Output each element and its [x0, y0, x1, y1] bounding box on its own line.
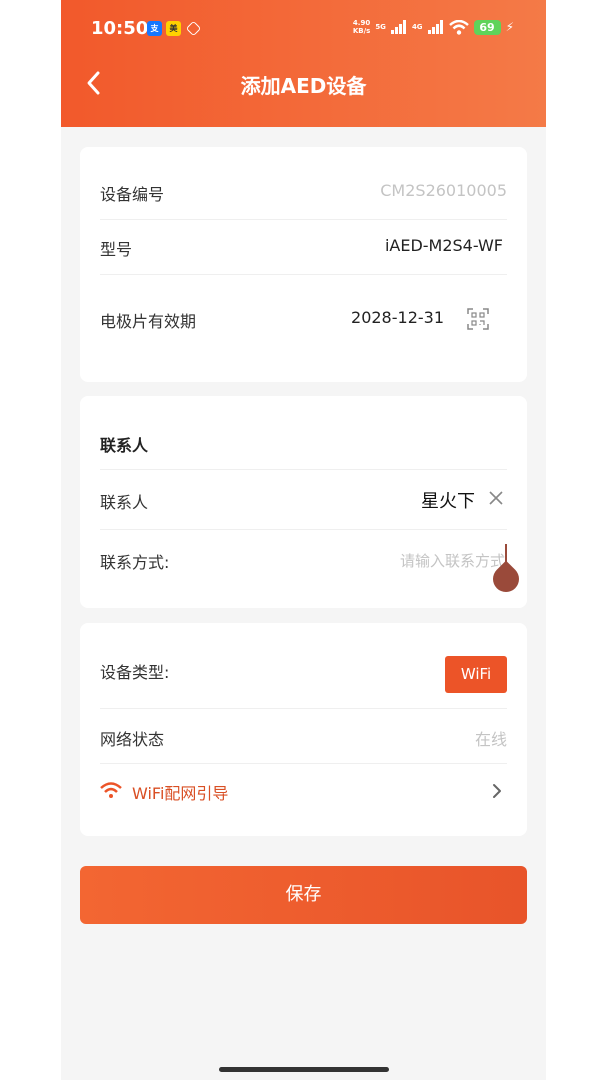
- nav-bar: 添加AED设备: [61, 60, 546, 108]
- scan-button[interactable]: [467, 308, 489, 334]
- signal-icon: [390, 20, 406, 34]
- contact-label: 联系人: [100, 493, 149, 512]
- clear-button[interactable]: [487, 489, 505, 511]
- model-label: 型号: [100, 240, 133, 259]
- net-speed: 4.90 KB/s: [352, 19, 371, 35]
- app-notification-icon: [185, 20, 202, 37]
- network-status-row: 网络状态 在线: [100, 709, 507, 764]
- contact-name-input[interactable]: 星火下: [421, 487, 475, 513]
- network-status-value: 在线: [474, 730, 507, 749]
- expiry-label: 电极片有效期: [100, 312, 197, 331]
- header: 10:50 支 美 4.90 KB/s 5G 4G 69 ⚡ 添加AED设备: [61, 0, 546, 127]
- device-info-card: 设备编号 CM2S26010005 型号 iAED-M2S4-WF 电极片有效期…: [80, 147, 527, 382]
- status-bar: 10:50 支 美 4.90 KB/s 5G 4G 69 ⚡: [91, 18, 514, 39]
- close-icon: [489, 491, 503, 505]
- save-button[interactable]: 保存: [80, 866, 527, 924]
- meituan-icon: 美: [166, 21, 181, 36]
- app-screen: 10:50 支 美 4.90 KB/s 5G 4G 69 ⚡ 添加AED设备 设…: [61, 0, 546, 1080]
- contact-section-title: 联系人: [100, 436, 149, 455]
- status-time: 10:50: [91, 18, 149, 39]
- device-type-label: 设备类型:: [100, 663, 170, 682]
- wifi-type-button[interactable]: WiFi: [445, 656, 507, 693]
- wifi-guide-label: WiFi配网引导: [132, 784, 229, 803]
- contact-section-header: 联系人: [100, 410, 507, 470]
- model-row: 型号 iAED-M2S4-WF: [100, 220, 507, 275]
- signal-icon: [427, 20, 443, 34]
- battery-icon: 69: [473, 19, 501, 35]
- contact-card: 联系人 联系人 星火下 联系方式: 请输入联系方式: [80, 396, 527, 608]
- serial-label: 设备编号: [100, 185, 165, 204]
- qr-scan-icon: [467, 308, 489, 330]
- alipay-icon: 支: [147, 21, 162, 36]
- page-title: 添加AED设备: [240, 74, 367, 98]
- wifi-icon: [100, 782, 122, 798]
- home-indicator: [219, 1067, 389, 1072]
- contact-method-row: 联系方式: 请输入联系方式: [100, 530, 525, 598]
- network-status-label: 网络状态: [100, 730, 165, 749]
- chevron-right-icon: [493, 784, 501, 798]
- charging-icon: ⚡: [505, 20, 514, 34]
- wifi-guide-link[interactable]: WiFi配网引导: [100, 764, 507, 819]
- contact-row: 联系人 星火下: [100, 470, 507, 530]
- expiry-value: 2028-12-31: [351, 308, 444, 327]
- device-type-row: 设备类型: WiFi: [100, 637, 507, 709]
- expiry-row: 电极片有效期 2028-12-31: [100, 275, 507, 365]
- network-card: 设备类型: WiFi 网络状态 在线 WiFi配网引导: [80, 623, 527, 836]
- serial-value: CM2S26010005: [380, 181, 507, 200]
- contact-method-input[interactable]: 请输入联系方式: [400, 550, 505, 571]
- serial-row: 设备编号 CM2S26010005: [100, 165, 507, 220]
- contact-method-label: 联系方式:: [100, 553, 170, 572]
- wifi-icon: [448, 19, 469, 35]
- model-value: iAED-M2S4-WF: [384, 236, 503, 255]
